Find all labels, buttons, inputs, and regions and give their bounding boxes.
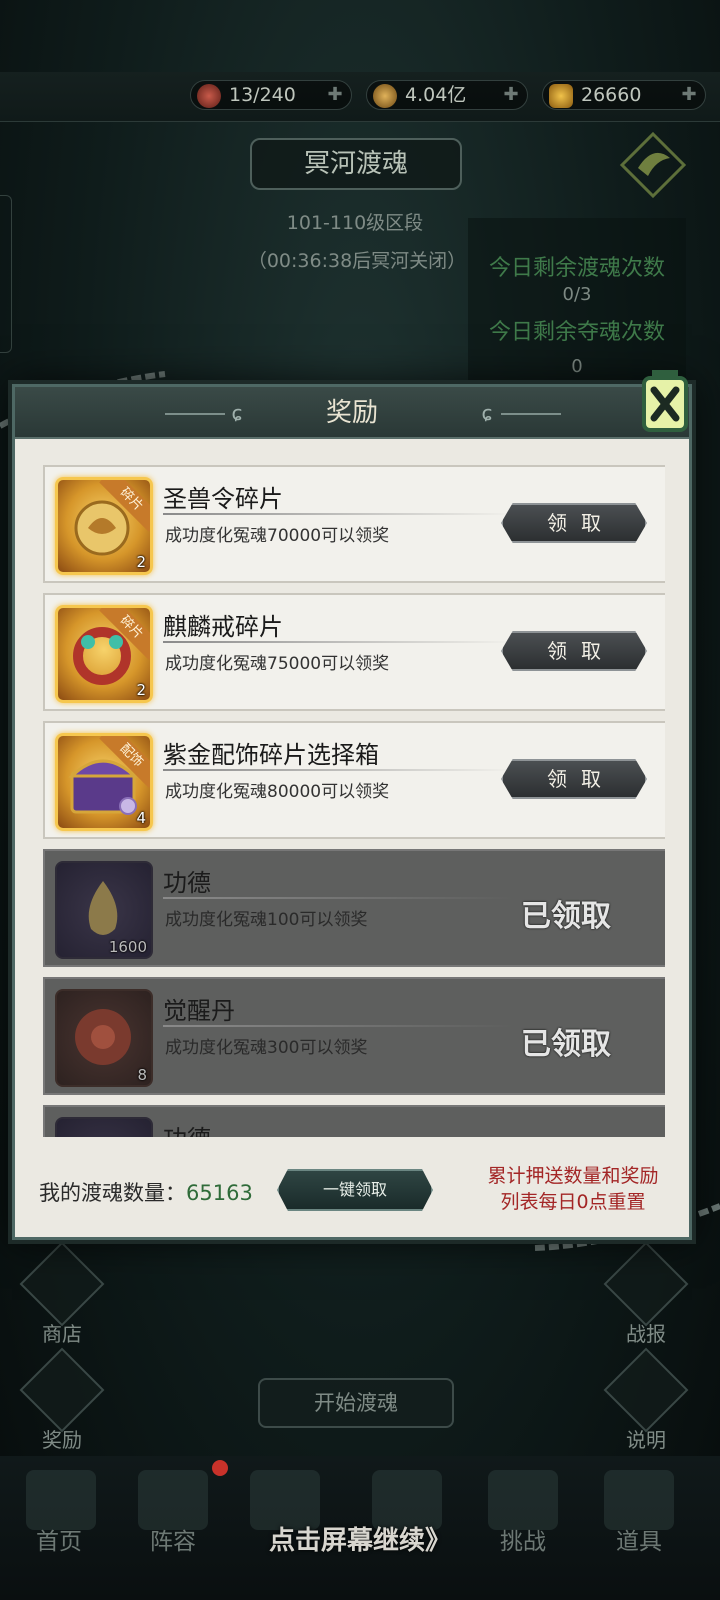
reward-thumbnail[interactable]: 1600 bbox=[55, 861, 153, 959]
reward-name: 功德 bbox=[163, 1119, 211, 1137]
reward-row: 8 觉醒丹 成功度化冤魂300可以领奖 已领取 bbox=[43, 977, 665, 1095]
reward-name: 麒麟戒碎片 bbox=[163, 613, 283, 641]
soul-orb-icon bbox=[197, 84, 221, 108]
left-edge-tab[interactable] bbox=[0, 195, 12, 353]
ferry-count-value: 0/3 bbox=[562, 284, 592, 305]
shop-icon bbox=[19, 1241, 105, 1327]
reward-row: 碎片 2 麒麟戒碎片 成功度化冤魂75000可以领奖 领取 bbox=[43, 593, 665, 711]
reward-name: 功德 bbox=[163, 869, 211, 897]
claimed-label: 已领取 bbox=[521, 899, 611, 934]
divider bbox=[163, 1025, 513, 1027]
reward-row: 碎片 2 圣兽令碎片 成功度化冤魂70000可以领奖 领取 bbox=[43, 465, 665, 583]
reward-list[interactable]: 碎片 2 圣兽令碎片 成功度化冤魂70000可以领奖 领取 碎片 2 麒麟戒碎片… bbox=[39, 447, 665, 1137]
continue-hint[interactable]: 点击屏幕继续》 bbox=[0, 1520, 720, 1557]
claim-button[interactable]: 领取 bbox=[501, 759, 647, 799]
resource-soul-orb: 13/240 ✚ bbox=[190, 80, 352, 110]
plus-icon[interactable]: ✚ bbox=[679, 85, 699, 105]
plus-icon[interactable]: ✚ bbox=[325, 85, 345, 105]
reward-row: 功德 bbox=[43, 1105, 665, 1137]
divider bbox=[163, 641, 513, 643]
resource-value: 26660 bbox=[581, 84, 642, 106]
ferry-count-label: 今日剩余渡魂次数 bbox=[488, 256, 665, 281]
report-button[interactable]: 战报 bbox=[603, 1241, 689, 1347]
reward-requirement: 成功度化冤魂75000可以领奖 bbox=[165, 654, 390, 674]
claimed-label: 已领取 bbox=[521, 1027, 611, 1062]
pill-icon bbox=[75, 1009, 131, 1065]
count-panel: 今日剩余渡魂次数 0/3 今日剩余夺魂次数 0 bbox=[468, 218, 686, 382]
reward-quantity: 4 bbox=[136, 809, 146, 827]
reset-note: 累计押送数量和奖励 列表每日0点重置 bbox=[467, 1163, 679, 1215]
reward-requirement: 成功度化冤魂70000可以领奖 bbox=[165, 526, 390, 546]
reward-row: 1600 功德 成功度化冤魂100可以领奖 已领取 bbox=[43, 849, 665, 967]
footer-value: 65163 bbox=[186, 1181, 253, 1205]
book-icon bbox=[603, 1347, 689, 1433]
steal-count-label: 今日剩余夺魂次数 bbox=[488, 320, 665, 345]
claim-button[interactable]: 领取 bbox=[501, 631, 647, 671]
reward-thumbnail[interactable]: 碎片 2 bbox=[55, 477, 153, 575]
level-range: 101-110级区段 bbox=[286, 212, 424, 234]
page-title: 冥河渡魂 bbox=[250, 138, 462, 190]
emblem-icon[interactable] bbox=[618, 130, 688, 200]
reward-thumbnail[interactable]: 配饰 4 bbox=[55, 733, 153, 831]
claim-button[interactable]: 领取 bbox=[501, 503, 647, 543]
reward-thumbnail[interactable]: 碎片 2 bbox=[55, 605, 153, 703]
chest-icon bbox=[19, 1347, 105, 1433]
resource-ingot: 26660 ✚ bbox=[542, 80, 706, 110]
reward-name: 觉醒丹 bbox=[163, 997, 235, 1025]
close-countdown: （00:36:38后冥河关闭） bbox=[247, 250, 467, 272]
reward-thumbnail[interactable] bbox=[55, 1117, 153, 1137]
reset-note-line: 列表每日0点重置 bbox=[500, 1191, 646, 1213]
reward-quantity: 2 bbox=[136, 681, 146, 699]
reward-quantity: 1600 bbox=[108, 938, 147, 956]
footer-label-text: 我的渡魂数量： bbox=[39, 1181, 186, 1205]
start-ferry-button[interactable]: 开始渡魂 bbox=[258, 1378, 454, 1428]
reward-name: 紫金配饰碎片选择箱 bbox=[163, 741, 379, 769]
notification-dot bbox=[212, 1460, 228, 1476]
reward-thumbnail[interactable]: 8 bbox=[55, 989, 153, 1087]
claim-all-button[interactable]: 一键领取 bbox=[277, 1169, 433, 1211]
plus-icon[interactable]: ✚ bbox=[501, 85, 521, 105]
help-button[interactable]: 说明 bbox=[603, 1347, 689, 1453]
divider bbox=[163, 513, 513, 515]
reset-note-line: 累计押送数量和奖励 bbox=[487, 1165, 659, 1187]
ferry-count-footer: 我的渡魂数量：65163 bbox=[39, 1177, 253, 1207]
resource-coin: 4.04亿 ✚ bbox=[366, 80, 528, 110]
close-icon[interactable] bbox=[636, 368, 694, 438]
reward-requirement: 成功度化冤魂80000可以领奖 bbox=[165, 782, 390, 802]
modal-header: ɕ ɕ 奖励 bbox=[15, 387, 689, 439]
resource-value: 4.04亿 bbox=[405, 84, 467, 106]
reward-quantity: 8 bbox=[137, 1066, 147, 1084]
resource-value: 13/240 bbox=[229, 84, 296, 106]
reward-requirement: 成功度化冤魂100可以领奖 bbox=[165, 910, 368, 930]
coin-icon bbox=[373, 84, 397, 108]
reward-name: 圣兽令碎片 bbox=[163, 485, 283, 513]
reward-button[interactable]: 奖励 bbox=[19, 1347, 105, 1453]
reward-quantity: 2 bbox=[136, 553, 146, 571]
divider bbox=[163, 769, 513, 771]
reward-modal: ɕ ɕ 奖励 碎片 2 圣兽令碎片 成功度化冤魂70000可以领奖 领取 碎片 … bbox=[12, 384, 692, 1240]
shop-button[interactable]: 商店 bbox=[19, 1241, 105, 1347]
reward-requirement: 成功度化冤魂300可以领奖 bbox=[165, 1038, 368, 1058]
divider bbox=[163, 897, 513, 899]
reward-row: 配饰 4 紫金配饰碎片选择箱 成功度化冤魂80000可以领奖 领取 bbox=[43, 721, 665, 839]
ingot-icon bbox=[549, 84, 573, 108]
modal-title: 奖励 bbox=[325, 398, 378, 428]
